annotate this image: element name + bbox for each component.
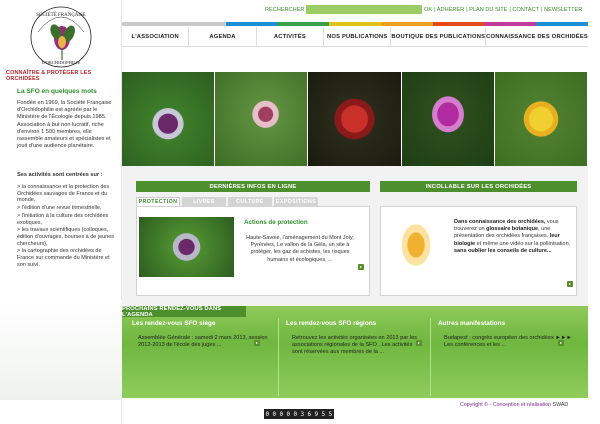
news-text: Haute-Savoie, l'aménagement du Mont Joly…: [246, 235, 354, 263]
stripe-segment: [380, 22, 433, 26]
adherer-link[interactable]: ADHÉRER: [437, 7, 464, 13]
yellow-orchid-photo: [383, 213, 449, 293]
stripe-segment: [536, 22, 589, 26]
counter-digit: 0: [285, 409, 292, 419]
tab-livres[interactable]: LIVRES: [182, 197, 226, 206]
search-input[interactable]: [306, 5, 422, 14]
left-fade: [0, 300, 122, 400]
agenda-column-title[interactable]: Les rendez-vous SFO siège: [132, 320, 270, 327]
glossary-link[interactable]: glossaire botanique: [486, 226, 538, 232]
nav-item-activites[interactable]: ACTIVITÉS: [255, 27, 323, 46]
counter-digit: 0: [264, 409, 271, 419]
svg-text:D'ORCHIDOPHILIE: D'ORCHIDOPHILIE: [42, 60, 81, 65]
stripe-segment: [484, 22, 537, 26]
tab-protection[interactable]: PROTECTION: [136, 197, 180, 206]
agenda-column-text: Assemblée Générale : samedi 2 mars 2013,…: [138, 335, 268, 349]
counter-digit: 0: [278, 409, 285, 419]
counter-digit: 9: [313, 409, 320, 419]
intro-title: La SFO en quelques mots: [17, 88, 97, 95]
stripe-segment: [432, 22, 485, 26]
nav-item-association[interactable]: L'ASSOCIATION: [122, 27, 188, 46]
culture-link[interactable]: sans oublier les conseils de culture...: [454, 248, 552, 254]
nav-item-agenda[interactable]: AGENDA: [188, 27, 255, 46]
counter-digit: 0: [271, 409, 278, 419]
incollable-header: INCOLLABLE SUR LES ORCHIDÉES: [380, 181, 577, 192]
counter-digit: 3: [299, 409, 306, 419]
mission-item: > l'édition d'une revue trimestrielle,: [17, 205, 102, 212]
orchid-banner: [122, 72, 589, 166]
missions-list: > la connaissance et la protection des O…: [17, 184, 117, 269]
color-stripe: [122, 22, 589, 26]
newsletter-link[interactable]: NEWSLETTER: [544, 7, 582, 13]
sitemap-link[interactable]: PLAN DU SITE: [469, 7, 507, 13]
intro-text: Fondée en 1969, la Société Française d'O…: [17, 100, 112, 150]
nav-item-publications[interactable]: NOS PUBLICATIONS: [323, 27, 390, 46]
agenda-column-siege: Les rendez-vous SFO siège Assemblée Géné…: [132, 320, 270, 349]
copyright: Copyright © - Conception et réalisation …: [460, 402, 568, 408]
agenda-regions-more-button[interactable]: [416, 340, 422, 346]
orchid-photo: [494, 72, 589, 166]
visit-counter: 0 0 0 0 0 3 6 9 5 5: [264, 409, 334, 419]
mission-item: > la connaissance et la protection des O…: [17, 184, 110, 204]
incollable-more-button[interactable]: [567, 281, 573, 287]
counter-digit: 0: [292, 409, 299, 419]
top-bar: RECHERCHER OK | ADHÉRER | PLAN DU SITE | CO…: [122, 0, 600, 22]
news-title[interactable]: Actions de protection: [244, 219, 308, 226]
mission-item: > les travaux scientifiques (colloques, …: [17, 227, 115, 247]
mission-item: > l'initiation à la culture des orchidée…: [17, 212, 109, 226]
stripe-segment: [277, 22, 330, 26]
agenda-divider: [278, 318, 279, 396]
orchid-photo: [122, 72, 216, 166]
swad-link[interactable]: SWAD: [553, 402, 569, 408]
agenda-column-text: Retrouvez les activités organisées en 20…: [292, 335, 417, 356]
main-nav: L'ASSOCIATION AGENDA ACTIVITÉS NOS PUBLI…: [122, 27, 588, 47]
search-ok-link[interactable]: OK: [424, 7, 432, 13]
news-header: DERNIÈRES INFOS EN LIGNE: [136, 181, 370, 192]
orchid-photo: [215, 72, 309, 166]
news-more-button[interactable]: [358, 264, 364, 270]
agenda-column-title[interactable]: Autres manifestations: [438, 320, 576, 327]
agenda-header: PROCHAINS RENDEZ-VOUS DANS L'AGENDA: [122, 306, 246, 318]
orchid-photo: [308, 72, 402, 166]
orchid-photo: [401, 72, 495, 166]
news-tabs: PROTECTION LIVRES CULTURE EXPOSITIONS: [136, 197, 320, 206]
incollable-lead: Dans connaissance des orchidées,: [454, 219, 546, 225]
tagline: CONNAÎTRE & PROTÉGER LES ORCHIDÉES: [6, 70, 92, 82]
mission-item: > la cartographie des orchidées de Franc…: [17, 248, 110, 268]
tab-expositions[interactable]: EXPOSITIONS: [274, 197, 318, 206]
tab-culture[interactable]: CULTURE: [228, 197, 272, 206]
left-sidebar: SOCIÉTÉ FRANÇAISE D'ORCHIDOPHILIE CONNAÎ…: [0, 0, 122, 424]
contact-link[interactable]: CONTACT: [512, 7, 539, 13]
agenda-column-regions: Les rendez-vous SFO régions Retrouvez le…: [286, 320, 424, 357]
search-label: RECHERCHER: [265, 7, 305, 13]
agenda-divider: [430, 318, 431, 396]
sfo-logo[interactable]: SOCIÉTÉ FRANÇAISE D'ORCHIDOPHILIE: [26, 4, 96, 70]
agenda-column-text: Budapest : congrès européen des orchidée…: [444, 335, 572, 349]
agenda-column-autres: Autres manifestations Budapest : congrès…: [438, 320, 576, 349]
counter-digit: 6: [306, 409, 313, 419]
nav-item-connaissance[interactable]: CONNAISSANCE DES ORCHIDÉES: [485, 27, 588, 46]
counter-digit: 5: [320, 409, 327, 419]
incollable-text: Dans connaissance des orchidées, vous tr…: [454, 219, 571, 255]
stripe-segment: [122, 22, 174, 26]
stripe-segment: [173, 22, 226, 26]
agenda-siege-more-button[interactable]: [254, 340, 260, 346]
nav-item-boutique[interactable]: BOUTIQUE DES PUBLICATIONS: [390, 27, 485, 46]
agenda-column-title[interactable]: Les rendez-vous SFO régions: [286, 320, 424, 327]
stripe-segment: [329, 22, 381, 26]
news-photo: [139, 217, 234, 277]
missions-title: Ses activités sont centrées sur :: [17, 172, 103, 178]
svg-text:SOCIÉTÉ FRANÇAISE: SOCIÉTÉ FRANÇAISE: [36, 12, 86, 18]
stripe-segment: [225, 22, 278, 26]
copyright-text: Copyright © - Conception et réalisation: [460, 402, 553, 408]
top-links: OK | ADHÉRER | PLAN DU SITE | CONTACT | NEWS…: [424, 7, 583, 13]
agenda-autres-more-button[interactable]: [558, 340, 564, 346]
counter-digit: 5: [327, 409, 334, 419]
incollable-text-part: et même une vidéo sur la pollinisation,: [475, 240, 571, 247]
